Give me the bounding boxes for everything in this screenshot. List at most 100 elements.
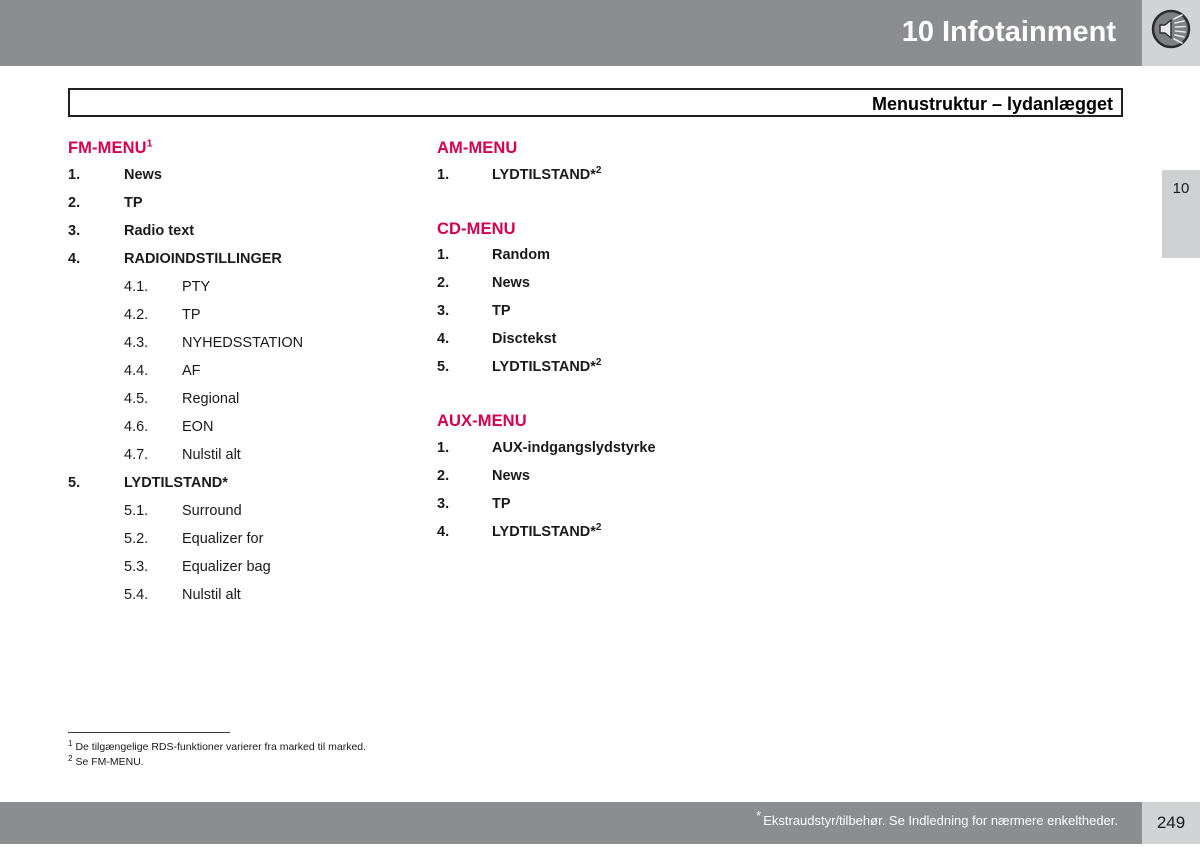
chapter-title: 10 Infotainment xyxy=(901,16,1116,48)
menu-item-number: 5.2. xyxy=(124,530,149,547)
menu-item-row: 4.7. Nulstil alt xyxy=(68,447,418,475)
menu-item-row: 5.4. Nulstil alt xyxy=(68,587,418,615)
menu-item-label: LYDTILSTAND*2 xyxy=(492,521,602,540)
menu-item-row: 4.2. TP xyxy=(68,307,418,335)
footnotes-block: 1 De tilgængelige RDS-funktioner varierer… xyxy=(68,732,668,770)
menu-item-number: 3. xyxy=(68,222,81,239)
page-number: 249 xyxy=(1156,813,1186,832)
menu-item-number: 4. xyxy=(437,331,450,347)
menu-item-label: News xyxy=(492,467,530,484)
footnote-reference: 1 xyxy=(146,137,153,150)
menu-item-number: 5.4. xyxy=(124,586,149,603)
menu-heading-text: AUX-MENU xyxy=(437,412,527,430)
menu-item-number: 4.6. xyxy=(124,418,149,435)
menu-structure-content: FM-MENU1 1. News 2. TP 3. Radio text 4. RADIOIND… xyxy=(0,137,1140,720)
menu-item-label: Disctekst xyxy=(492,331,557,347)
footnote-reference: 2 xyxy=(595,521,602,533)
menu-item-row: 5.3. Equalizer bag xyxy=(68,559,418,587)
menu-item-label: AUX-indgangslydstyrke xyxy=(492,439,656,456)
section-title-box: Menustruktur – lydanlægget xyxy=(68,88,1123,117)
menu-item-label: Equalizer bag xyxy=(182,558,271,575)
menu-item-label: News xyxy=(492,275,530,291)
page-header-band: 10 Infotainment xyxy=(0,0,1142,66)
menu-item-label: LYDTILSTAND*2 xyxy=(492,357,602,375)
menu-item-number: 5.1. xyxy=(124,502,149,519)
menu-item-row: 4.5. Regional xyxy=(68,391,418,419)
menu-item-number: 4.7. xyxy=(124,446,149,463)
menu-item-row: 2. TP xyxy=(68,195,418,223)
menu-item-number: 4.5. xyxy=(124,390,149,407)
menu-item-row: 5.2. Equalizer for xyxy=(68,531,418,559)
menu-item-row: 4. RADIOINDSTILLINGER xyxy=(68,251,418,279)
chapter-tab-number: 10 xyxy=(1172,180,1190,197)
menu-item-label: Random xyxy=(492,247,550,263)
menu-item-number: 1. xyxy=(437,166,450,183)
menu-item-row: 3. TP xyxy=(437,303,817,331)
menu-item-number: 4. xyxy=(437,523,450,540)
footnote: 2 Se FM-MENU. xyxy=(68,753,668,770)
page-number-container: 249 xyxy=(1142,802,1200,844)
menu-item-row: 1. AUX-indgangslydstyrke xyxy=(437,440,817,468)
menu-block: FM-MENU1 1. News 2. TP 3. Radio text 4. RADIOIND… xyxy=(68,137,418,615)
menu-item-row: 5. LYDTILSTAND*2 xyxy=(437,357,817,387)
page-footer-band: * Ekstraudstyr/tilbehør. Se Indledning fo… xyxy=(0,802,1142,844)
menu-heading: FM-MENU1 xyxy=(68,137,418,157)
menu-item-number: 4.1. xyxy=(124,278,149,295)
menu-item-number: 4.2. xyxy=(124,306,149,323)
menu-heading-text: CD-MENU xyxy=(437,219,516,238)
menu-item-number: 1. xyxy=(68,166,81,183)
menu-item-number: 1. xyxy=(437,439,450,456)
menu-item-label: LYDTILSTAND*2 xyxy=(492,164,602,183)
footnote-marker: 2 xyxy=(68,753,73,763)
menu-item-label: News xyxy=(124,166,162,183)
menu-item-row: 4.1. PTY xyxy=(68,279,418,307)
menu-item-label: Radio text xyxy=(124,222,195,239)
footnote-reference: 2 xyxy=(595,357,602,369)
menu-item-label: NYHEDSSTATION xyxy=(182,334,304,351)
menu-item-row: 4.3. NYHEDSSTATION xyxy=(68,335,418,363)
chapter-index-tab: 10 xyxy=(1162,170,1200,258)
menu-item-row: 4. Disctekst xyxy=(437,331,817,359)
menu-item-row: 4.6. EON xyxy=(68,419,418,447)
menu-item-row: 5. LYDTILSTAND* xyxy=(68,475,418,503)
menu-heading: AM-MENU xyxy=(437,140,817,157)
menu-item-label: Regional xyxy=(182,390,240,407)
left-column: FM-MENU1 1. News 2. TP 3. Radio text 4. RADIOIND… xyxy=(68,137,418,615)
section-title: Menustruktur – lydanlægget xyxy=(871,94,1113,114)
menu-item-label: Nulstil alt xyxy=(182,586,241,603)
menu-item-label: Nulstil alt xyxy=(182,446,241,463)
menu-item-label: PTY xyxy=(182,278,211,295)
menu-item-number: 4.3. xyxy=(124,334,149,351)
menu-item-number: 3. xyxy=(437,495,450,512)
menu-item-row: 2. News xyxy=(437,468,817,496)
menu-heading: CD-MENU xyxy=(437,219,817,238)
menu-block: AUX-MENU 1. AUX-indgangslydstyrke 2. News 3. T… xyxy=(437,413,817,552)
menu-item-row: 4.4. AF xyxy=(68,363,418,391)
footnote-reference: 2 xyxy=(595,164,602,176)
menu-item-row: 3. TP xyxy=(437,496,817,524)
menu-item-label: Equalizer for xyxy=(182,530,264,547)
right-column: AM-MENU 1. LYDTILSTAND*2 CD-MENU 1. Random 2. N… xyxy=(437,140,817,552)
menu-item-number: 2. xyxy=(437,275,450,291)
menu-item-number: 2. xyxy=(68,194,81,211)
menu-item-number: 5.3. xyxy=(124,558,149,575)
menu-item-number: 2. xyxy=(437,467,450,484)
menu-item-number: 5. xyxy=(68,474,81,491)
menu-item-label: RADIOINDSTILLINGER xyxy=(124,250,282,267)
menu-block: CD-MENU 1. Random 2. News 3. TP 4. Disctekst 5. LY… xyxy=(437,219,817,388)
header-icon-container xyxy=(1142,0,1200,66)
menu-item-row: 1. LYDTILSTAND*2 xyxy=(437,164,817,195)
menu-heading-text: AM-MENU xyxy=(437,139,518,157)
footer-disclaimer-text: Ekstraudstyr/tilbehør. Se Indledning for… xyxy=(763,813,1118,828)
menu-item-label: EON xyxy=(182,418,214,435)
footnote-separator-rule xyxy=(68,732,230,733)
footnote-text: Se FM-MENU. xyxy=(75,756,144,768)
footer-asterisk: * xyxy=(756,807,762,823)
menu-item-label: TP xyxy=(182,306,201,323)
menu-item-label: TP xyxy=(492,495,511,512)
menu-item-row: 3. Radio text xyxy=(68,223,418,251)
menu-item-row: 5.1. Surround xyxy=(68,503,418,531)
menu-item-label: TP xyxy=(492,303,511,319)
